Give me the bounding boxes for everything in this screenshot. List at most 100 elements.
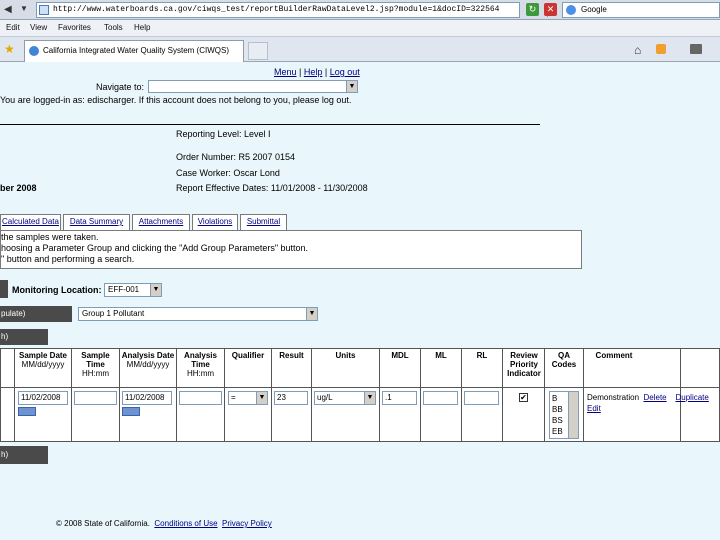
units-value: ug/L	[317, 393, 333, 402]
rl-input[interactable]	[464, 391, 499, 405]
col-sample-date: Sample Date MM/dd/yyyy	[18, 351, 68, 369]
monitoring-location-select[interactable]: EFF-001 ▼	[104, 283, 162, 297]
calendar-icon[interactable]	[122, 407, 140, 416]
col-qualifier: Qualifier	[231, 351, 265, 360]
chevron-down-icon: ▼	[150, 284, 161, 296]
parameter-group-select[interactable]: Group 1 Pollutant ▼	[78, 307, 318, 321]
menu-favorites[interactable]: Favorites	[58, 23, 91, 32]
menu-tools[interactable]: Tools	[104, 23, 123, 32]
navigate-select[interactable]: ▼	[148, 80, 358, 93]
chevron-down-icon: ▼	[256, 392, 267, 404]
col-sample-time: Sample Time HH:mm	[81, 351, 110, 378]
logged-in-message: You are logged-in as: edischarger. If th…	[0, 95, 352, 105]
divider	[0, 124, 540, 125]
tab-submittal[interactable]: Submittal	[240, 214, 287, 230]
calendar-icon[interactable]	[18, 407, 36, 416]
qualifier-value: =	[231, 393, 236, 402]
google-icon	[566, 5, 576, 15]
report-period: ber 2008	[0, 183, 37, 193]
search-section-header-bottom[interactable]: h)	[0, 446, 48, 464]
refresh-icon[interactable]: ↻	[526, 3, 539, 16]
print-icon[interactable]	[690, 44, 702, 54]
sample-date-input[interactable]: 11/02/2008	[18, 391, 68, 405]
address-bar: ◀ ▼ http://www.waterboards.ca.gov/ciwqs_…	[0, 0, 720, 20]
list-item[interactable]: BS	[552, 416, 563, 425]
result-input[interactable]: 23	[274, 391, 308, 405]
instruction-line: hoosing a Parameter Group and clicking t…	[1, 243, 309, 253]
favorites-star-icon[interactable]: ★	[4, 43, 16, 55]
sample-time-input[interactable]	[74, 391, 117, 405]
footer: © 2008 State of California. Conditions o…	[56, 519, 272, 528]
col-analysis-time: Analysis Time HH:mm	[184, 351, 217, 378]
edit-link[interactable]: Edit	[587, 404, 601, 413]
scrollbar[interactable]	[568, 392, 578, 438]
search-section-header[interactable]: h)	[0, 329, 48, 345]
url-text: http://www.waterboards.ca.gov/ciwqs_test…	[53, 5, 500, 14]
menu-bar: Edit View Favorites Tools Help	[0, 20, 720, 37]
instructions-box: the samples were taken. hoosing a Parame…	[0, 231, 582, 269]
monitoring-location-value: EFF-001	[108, 285, 140, 294]
home-icon[interactable]: ⌂	[634, 43, 641, 57]
review-priority-checkbox[interactable]: ✔	[519, 393, 528, 402]
populate-section-header[interactable]: pulate)	[0, 306, 72, 322]
mdl-input[interactable]: .1	[382, 391, 417, 405]
chevron-down-icon: ▼	[346, 81, 357, 92]
tab-calculated-data[interactable]: Calculated Data	[0, 214, 61, 230]
feed-icon[interactable]	[656, 44, 666, 54]
col-comment: Comment	[595, 351, 633, 360]
order-number: Order Number: R5 2007 0154	[176, 152, 296, 162]
demonstration-text: Demonstration	[587, 393, 640, 402]
col-rl: RL	[476, 351, 488, 360]
privacy-link[interactable]: Privacy Policy	[222, 519, 272, 528]
ml-input[interactable]	[423, 391, 458, 405]
col-ml: ML	[435, 351, 447, 360]
menu-edit[interactable]: Edit	[6, 23, 20, 32]
list-item[interactable]: EB	[552, 427, 563, 436]
menu-link[interactable]: Menu	[274, 67, 297, 77]
tab-violations[interactable]: Violations	[192, 214, 238, 230]
reporting-level: Reporting Level: Level I	[176, 129, 271, 139]
parameter-group-value: Group 1 Pollutant	[82, 309, 145, 318]
col-qa-codes: QA Codes	[551, 351, 577, 369]
monitoring-location-label: Monitoring Location:	[12, 285, 102, 295]
search-text: Google	[581, 5, 607, 14]
new-tab-button[interactable]	[248, 42, 268, 60]
logout-link[interactable]: Log out	[330, 67, 360, 77]
navigate-label: Navigate to:	[96, 82, 145, 92]
qa-codes-listbox[interactable]: B BB BS EB	[549, 391, 579, 439]
case-worker: Case Worker: Oscar Lond	[176, 168, 280, 178]
conditions-link[interactable]: Conditions of Use	[154, 519, 217, 528]
tab-data-summary[interactable]: Data Summary	[63, 214, 130, 230]
list-item[interactable]: B	[552, 394, 557, 403]
col-units: Units	[335, 351, 356, 360]
col-review-priority: Review Priority Indicator	[507, 351, 541, 378]
duplicate-link[interactable]: Duplicate	[676, 393, 709, 402]
stop-icon[interactable]: ✕	[544, 3, 557, 16]
analysis-date-input[interactable]: 11/02/2008	[122, 391, 172, 405]
browser-tab-title: California Integrated Water Quality Syst…	[43, 46, 229, 55]
chevron-down-icon: ▼	[306, 308, 317, 320]
back-icon[interactable]: ◀	[4, 4, 18, 16]
instruction-line: " button and performing a search.	[1, 254, 135, 264]
copyright-text: © 2008 State of California.	[56, 519, 150, 528]
list-item[interactable]: BB	[552, 405, 563, 414]
delete-link[interactable]: Delete	[643, 393, 666, 402]
menu-view[interactable]: View	[30, 23, 47, 32]
effective-dates: Report Effective Dates: 11/01/2008 - 11/…	[176, 183, 368, 193]
tab-attachments[interactable]: Attachments	[132, 214, 190, 230]
page-icon	[39, 5, 49, 15]
help-link[interactable]: Help	[304, 67, 323, 77]
menu-help[interactable]: Help	[134, 23, 150, 32]
url-input[interactable]: http://www.waterboards.ca.gov/ciwqs_test…	[36, 2, 557, 18]
qualifier-select[interactable]: = ▼	[228, 391, 268, 405]
col-analysis-date: Analysis Date MM/dd/yyyy	[121, 351, 175, 369]
history-dropdown-icon[interactable]: ▼	[20, 4, 28, 13]
analysis-time-input[interactable]	[179, 391, 222, 405]
browser-tab[interactable]: California Integrated Water Quality Syst…	[24, 40, 244, 62]
browser-tab-bar: ★ California Integrated Water Quality Sy…	[0, 37, 720, 62]
units-select[interactable]: ug/L ▼	[314, 391, 376, 405]
search-input[interactable]: Google	[562, 2, 720, 18]
search-button[interactable]	[0, 280, 8, 298]
chevron-down-icon: ▼	[364, 392, 375, 404]
row-actions: Demonstration Delete Duplicate Edit	[587, 392, 709, 414]
